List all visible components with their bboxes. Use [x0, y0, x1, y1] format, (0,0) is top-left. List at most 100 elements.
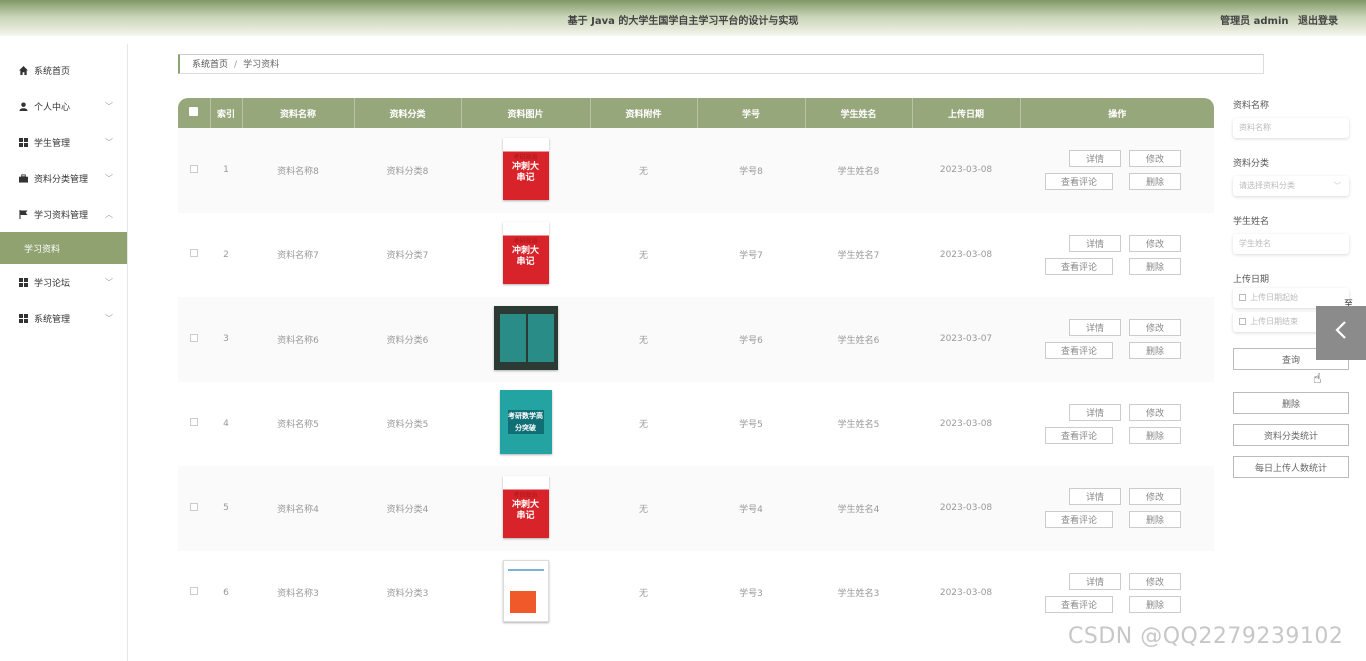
edit-button[interactable]: 修改 — [1129, 319, 1181, 337]
breadcrumb-home[interactable]: 系统首页 — [192, 60, 228, 70]
edit-button[interactable]: 修改 — [1129, 403, 1181, 421]
detail-button[interactable]: 详情 — [1069, 150, 1121, 168]
view-comments-button[interactable]: 查看评论 — [1045, 595, 1113, 613]
material-cover-image[interactable]: 考研数学高分突破 — [499, 390, 552, 455]
row-student-name: 学生姓名4 — [837, 504, 880, 515]
row-actions: 详情 修改 查看评论 删除 — [1020, 466, 1214, 551]
chevron-down-icon: ﹀ — [105, 102, 113, 111]
date-start-input[interactable]: 上传日期起始 — [1233, 288, 1349, 308]
row-name: 资料名称6 — [277, 335, 319, 346]
view-comments-button[interactable]: 查看评论 — [1045, 257, 1113, 275]
sidebar-item-forum[interactable]: 学习论坛 ﹀ — [0, 264, 127, 300]
select-all-cell[interactable] — [178, 98, 211, 128]
flag-icon — [18, 209, 28, 219]
sidebar-item-students[interactable]: 学生管理 ﹀ — [0, 124, 127, 160]
delete-button[interactable]: 删除 — [1129, 511, 1181, 529]
category-stats-button[interactable]: 资料分类统计 — [1233, 424, 1349, 446]
material-cover-image[interactable] — [493, 305, 558, 370]
row-checkbox[interactable] — [190, 333, 198, 342]
row-checkbox[interactable] — [190, 164, 198, 173]
row-select-cell[interactable] — [178, 213, 210, 298]
row-select-cell[interactable] — [178, 128, 210, 213]
row-date: 2023-03-07 — [939, 334, 993, 345]
calendar-icon — [1239, 318, 1246, 325]
row-student-no: 学号3 — [739, 589, 763, 600]
breadcrumb: 系统首页 / 学习资料 — [178, 54, 1264, 74]
row-student-no: 学号8 — [739, 166, 763, 177]
row-image-cell: 考研数学高分突破 — [461, 382, 590, 467]
category-label: 资料分类 — [1233, 159, 1270, 169]
collapse-panel-toggle[interactable] — [1316, 306, 1366, 360]
sidebar-item-system[interactable]: 系统管理 ﹀ — [0, 300, 127, 336]
row-date: 2023-03-08 — [939, 165, 993, 176]
column-header: 资料附件 — [590, 98, 698, 128]
row-actions: 详情 修改 查看评论 删除 — [1020, 213, 1214, 298]
delete-button[interactable]: 删除 — [1129, 426, 1181, 444]
row-checkbox[interactable] — [190, 587, 198, 596]
detail-button[interactable]: 详情 — [1069, 572, 1121, 590]
hand-cursor-icon: ☝ — [1313, 371, 1322, 387]
calendar-icon — [1239, 294, 1246, 301]
row-student-name: 学生姓名8 — [837, 166, 880, 177]
select-all-checkbox[interactable] — [189, 107, 199, 116]
student-search-input[interactable]: 学生姓名 — [1233, 234, 1349, 254]
sidebar-item-profile[interactable]: 个人中心 ﹀ — [0, 88, 127, 124]
delete-button[interactable]: 删除 — [1129, 342, 1181, 360]
row-checkbox[interactable] — [190, 249, 198, 258]
sidebar: 系统首页 个人中心 ﹀ 学生管理 ﹀ 资料分类管理 ﹀ 学习资料管理 ︿ 学习资… — [0, 44, 128, 661]
sidebar-item-label: 学生管理 — [34, 138, 71, 149]
sidebar-item-label: 学习资料 — [24, 244, 61, 255]
sidebar-item-material-mgmt[interactable]: 学习资料管理 ︿ — [0, 196, 127, 232]
row-index: 6 — [223, 587, 229, 598]
delete-button[interactable]: 删除 — [1129, 257, 1181, 275]
row-index: 2 — [223, 249, 229, 260]
edit-button[interactable]: 修改 — [1129, 488, 1181, 506]
material-cover-image[interactable]: 考研政治 冲刺大串记 — [502, 475, 549, 538]
sidebar-item-materials[interactable]: 学习资料 — [0, 232, 127, 264]
view-comments-button[interactable]: 查看评论 — [1045, 173, 1113, 191]
row-image-cell — [461, 297, 590, 382]
edit-button[interactable]: 修改 — [1129, 234, 1181, 252]
name-search-input[interactable]: 资料名称 — [1233, 118, 1349, 138]
column-header: 学号 — [697, 98, 806, 128]
row-date: 2023-03-08 — [939, 503, 993, 514]
breadcrumb-current: 学习资料 — [243, 60, 280, 70]
delete-button[interactable]: 删除 — [1129, 173, 1181, 191]
edit-button[interactable]: 修改 — [1129, 572, 1181, 590]
row-image-cell: 考研政治 冲刺大串记 — [461, 128, 590, 213]
sidebar-item-home[interactable]: 系统首页 — [0, 52, 127, 88]
row-actions: 详情 修改 查看评论 删除 — [1020, 382, 1214, 467]
material-cover-image[interactable] — [502, 560, 549, 623]
sidebar-item-category-mgmt[interactable]: 资料分类管理 ﹀ — [0, 160, 127, 196]
detail-button[interactable]: 详情 — [1069, 234, 1121, 252]
daily-stats-button[interactable]: 每日上传人数统计 — [1233, 456, 1349, 478]
table-header-row: 索引 资料名称 资料分类 资料图片 资料附件 学号 学生姓名 上传日期 操作 — [178, 98, 1214, 128]
detail-button[interactable]: 详情 — [1069, 319, 1121, 337]
material-cover-image[interactable]: 考研政治 冲刺大串记 — [502, 137, 549, 200]
row-student-no: 学号5 — [739, 420, 763, 431]
category-select[interactable]: 请选择资料分类 ﹀ — [1233, 176, 1349, 196]
row-student-name: 学生姓名7 — [837, 251, 880, 262]
row-student-name: 学生姓名6 — [837, 335, 880, 346]
material-cover-image[interactable]: 考研政治 冲刺大串记 — [502, 222, 549, 285]
logout-link[interactable]: 退出登录 — [1298, 16, 1338, 27]
column-header: 上传日期 — [912, 98, 1021, 128]
detail-button[interactable]: 详情 — [1069, 403, 1121, 421]
row-image-cell: 考研政治 冲刺大串记 — [461, 466, 590, 551]
detail-button[interactable]: 详情 — [1069, 488, 1121, 506]
view-comments-button[interactable]: 查看评论 — [1045, 426, 1113, 444]
batch-delete-button[interactable]: 删除 — [1233, 392, 1349, 414]
row-select-cell[interactable] — [178, 382, 210, 467]
row-select-cell[interactable] — [178, 551, 210, 636]
row-checkbox[interactable] — [190, 502, 198, 511]
table-row: 3 资料名称6 资料分类6 无 学号6 学生姓名6 2023-03-07 详情 … — [178, 297, 1214, 382]
view-comments-button[interactable]: 查看评论 — [1045, 511, 1113, 529]
edit-button[interactable]: 修改 — [1129, 150, 1181, 168]
view-comments-button[interactable]: 查看评论 — [1045, 342, 1113, 360]
row-attachment: 无 — [638, 335, 648, 346]
row-select-cell[interactable] — [178, 466, 210, 551]
row-category: 资料分类4 — [386, 504, 429, 515]
row-select-cell[interactable] — [178, 297, 210, 382]
row-checkbox[interactable] — [190, 418, 198, 427]
delete-button[interactable]: 删除 — [1129, 595, 1181, 613]
